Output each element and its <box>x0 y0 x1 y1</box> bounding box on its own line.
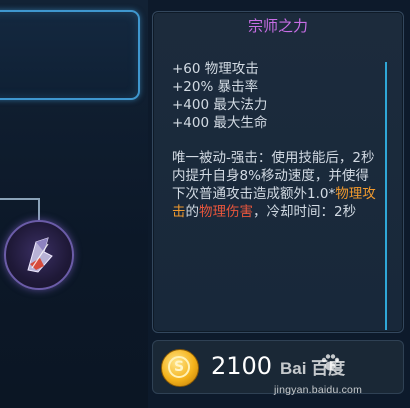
physical-damage-highlight: 物理伤害 <box>199 204 253 220</box>
passive-description: 唯一被动-强击：使用技能后，2秒内提升自身8%移动速度，并使得下次普通攻击造成额… <box>172 149 382 221</box>
stat-line: +60 物理攻击 <box>172 61 259 77</box>
paw-icon <box>321 354 340 371</box>
stat-line: +400 最大法力 <box>172 97 268 113</box>
watermark-url: jingyan.baidu.com <box>274 384 363 396</box>
item-slot[interactable] <box>4 220 74 290</box>
top-left-panel[interactable] <box>0 10 140 100</box>
watermark: Bai 百度 jingyan.baidu.com <box>188 350 406 402</box>
passive-text: 的 <box>185 204 200 220</box>
scroll-indicator[interactable] <box>385 62 387 330</box>
stat-list: +60 物理攻击 +20% 暴击率 +400 最大法力 +400 最大生命 <box>172 60 382 132</box>
stat-line: +400 最大生命 <box>172 115 268 131</box>
item-title: 宗师之力 <box>247 17 308 35</box>
stat-line: +20% 暴击率 <box>172 79 259 95</box>
item-description: +60 物理攻击 +20% 暴击率 +400 最大法力 +400 最大生命 唯一… <box>172 60 382 221</box>
sword-shard-icon <box>27 237 53 273</box>
passive-text: ，冷却时间：2秒 <box>253 204 357 220</box>
coin-symbol: S <box>168 356 190 378</box>
item-tooltip: 宗师之力 +60 物理攻击 +20% 暴击率 +400 最大法力 +400 最大… <box>152 11 404 333</box>
